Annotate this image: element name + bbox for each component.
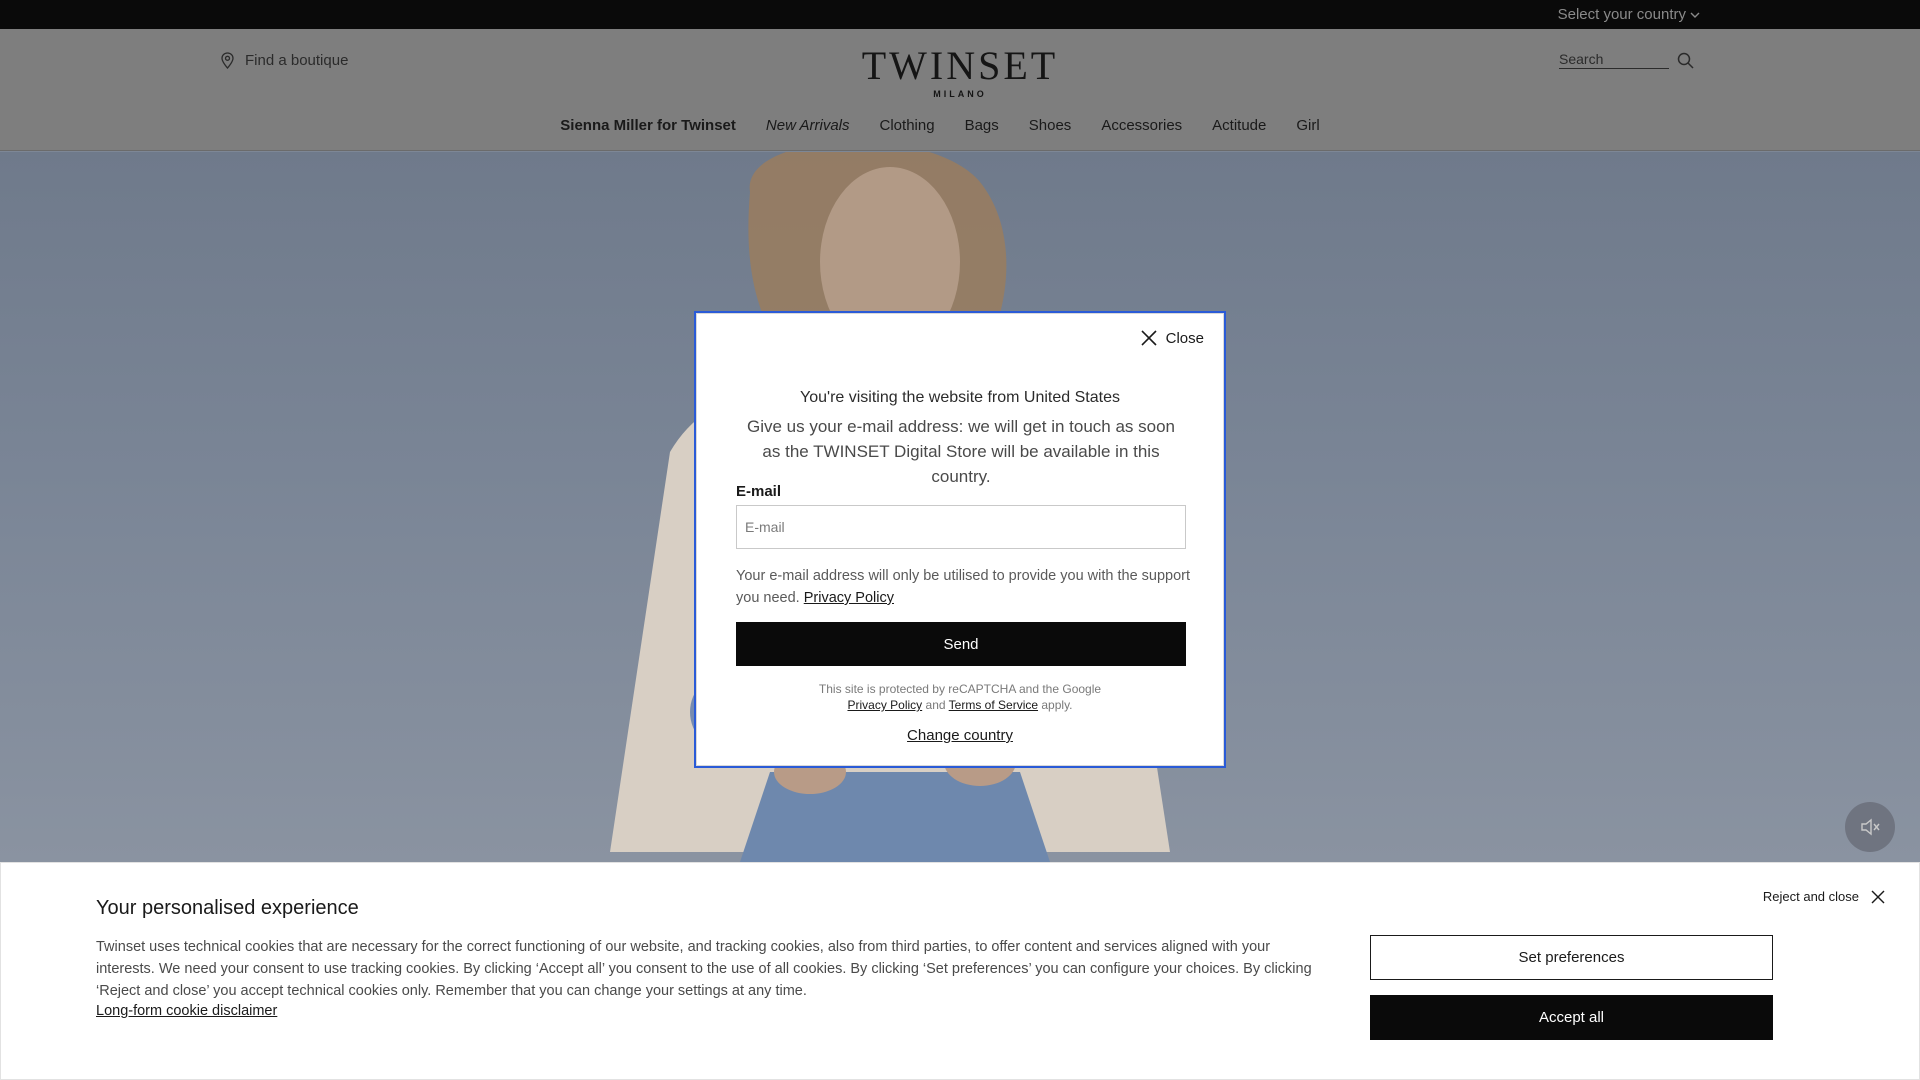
nav-item-new-arrivals[interactable]: New Arrivals xyxy=(766,117,850,134)
nav-item-actitude[interactable]: Actitude xyxy=(1212,117,1266,134)
recaptcha-and-text: and xyxy=(925,698,946,712)
close-button[interactable]: Close xyxy=(1140,329,1204,347)
main-nav: Sienna Miller for Twinset New Arrivals C… xyxy=(0,117,1920,134)
accept-all-button[interactable]: Accept all xyxy=(1370,995,1773,1040)
cookie-text: Twinset uses technical cookies that are … xyxy=(96,939,1312,999)
recaptcha-text: This site is protected by reCAPTCHA and … xyxy=(818,682,1102,696)
cookie-title: Your personalised experience xyxy=(96,897,359,919)
consent-note: Your e-mail address will only be utilise… xyxy=(736,565,1191,609)
email-field[interactable] xyxy=(736,505,1186,549)
speaker-muted-icon xyxy=(1861,818,1880,836)
reject-and-close-button[interactable]: Reject and close xyxy=(1763,889,1885,904)
email-field-label: E-mail xyxy=(736,483,782,500)
set-preferences-button[interactable]: Set preferences xyxy=(1370,935,1773,980)
search-icon[interactable] xyxy=(1677,52,1694,69)
close-label: Close xyxy=(1165,329,1204,347)
cookie-disclaimer-link[interactable]: Long-form cookie disclaimer xyxy=(96,1003,277,1019)
nav-item-girl[interactable]: Girl xyxy=(1296,117,1319,134)
recaptcha-notice: This site is protected by reCAPTCHA and … xyxy=(696,681,1224,713)
send-button[interactable]: Send xyxy=(736,622,1186,666)
nav-item-sienna-miller[interactable]: Sienna Miller for Twinset xyxy=(560,117,736,134)
privacy-policy-link[interactable]: Privacy Policy xyxy=(804,590,894,606)
close-icon xyxy=(1871,890,1885,903)
nav-item-bags[interactable]: Bags xyxy=(965,117,999,134)
top-bar: Select your country xyxy=(0,0,1920,29)
recaptcha-apply-text: apply. xyxy=(1041,698,1073,712)
terms-of-service-link[interactable]: Terms of Service xyxy=(949,698,1038,712)
nav-item-clothing[interactable]: Clothing xyxy=(880,117,935,134)
logo-subtitle: MILANO xyxy=(933,89,987,99)
country-select[interactable]: Select your country xyxy=(1558,6,1700,23)
mute-toggle-button[interactable] xyxy=(1845,802,1895,852)
search-box xyxy=(1559,51,1694,69)
site-header: Find a boutique TWINSET MILANO Sienna Mi… xyxy=(0,29,1920,151)
chevron-down-icon xyxy=(1690,12,1700,18)
nav-item-shoes[interactable]: Shoes xyxy=(1029,117,1072,134)
country-select-label: Select your country xyxy=(1557,6,1686,23)
close-icon xyxy=(1141,330,1157,346)
recaptcha-privacy-link[interactable]: Privacy Policy xyxy=(847,698,922,712)
modal-title: You're visiting the website from United … xyxy=(800,389,1120,406)
search-input[interactable] xyxy=(1559,51,1669,69)
country-modal: Close You're visiting the website from U… xyxy=(694,311,1226,768)
reject-label: Reject and close xyxy=(1762,889,1859,904)
cookie-banner: Your personalised experience Twinset use… xyxy=(0,862,1920,1080)
modal-description: Give us your e-mail address: we will get… xyxy=(746,417,1176,486)
change-country-link[interactable]: Change country xyxy=(696,727,1224,744)
nav-item-accessories[interactable]: Accessories xyxy=(1101,117,1182,134)
